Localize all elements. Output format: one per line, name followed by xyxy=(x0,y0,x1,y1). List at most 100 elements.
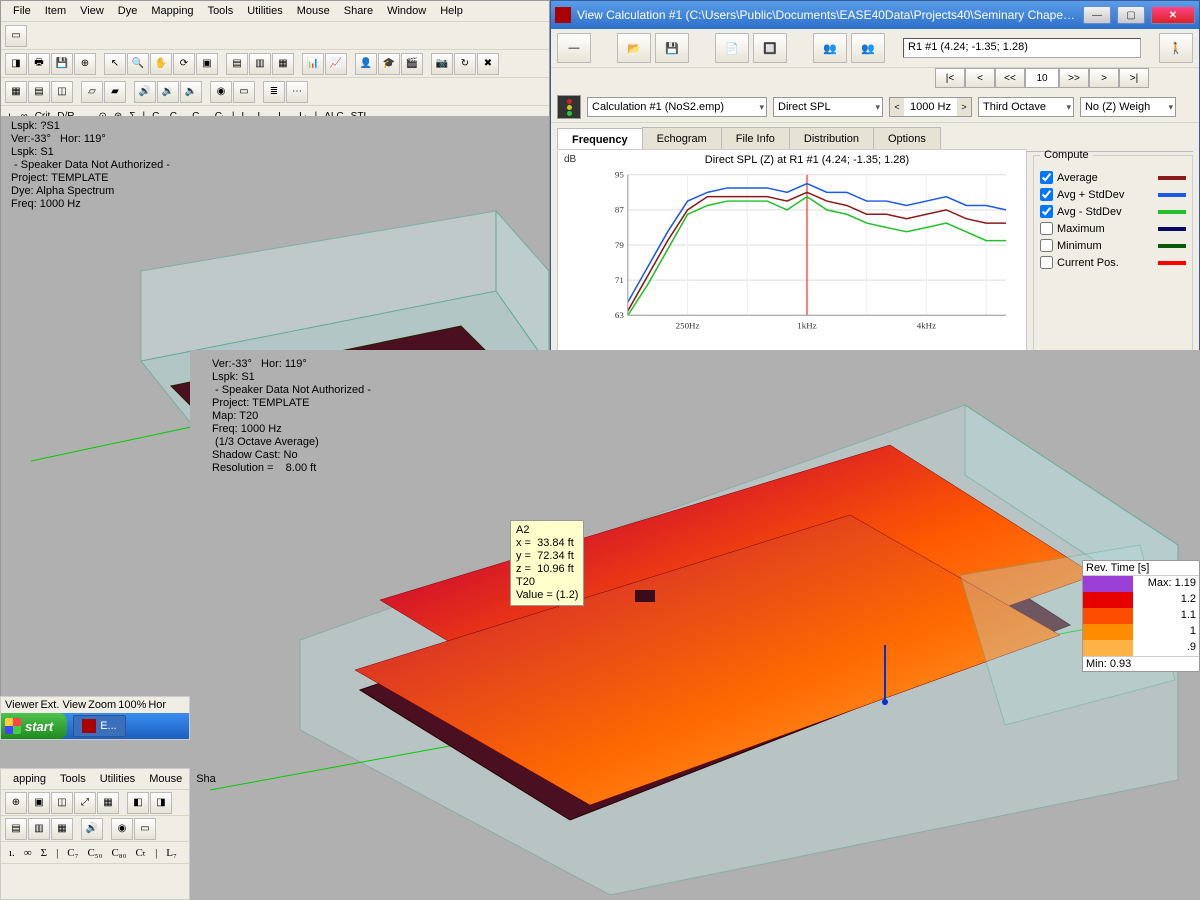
frag-tab[interactable]: Viewer xyxy=(5,699,38,711)
x-icon[interactable]: ✖ xyxy=(477,53,499,75)
frequency-chart[interactable]: Direct SPL (Z) at R1 #1 (4.24; -1.35; 1.… xyxy=(557,149,1027,353)
rotate-icon[interactable]: ⟳ xyxy=(173,53,195,75)
close-button[interactable]: ✕ xyxy=(1151,6,1195,24)
sel-icon[interactable]: ▱ xyxy=(81,81,103,103)
tool-icon[interactable]: ◨ xyxy=(150,792,172,814)
frag-tab[interactable]: Ext. View xyxy=(40,699,86,711)
weighting-select[interactable]: No (Z) Weigh xyxy=(1080,97,1176,117)
frag-tab[interactable]: Zoom xyxy=(88,699,116,711)
minimize-button[interactable]: — xyxy=(1083,6,1111,24)
tool-icon[interactable]: ▤ xyxy=(5,818,27,840)
menu-view[interactable]: View xyxy=(74,3,110,19)
tok[interactable]: ı. xyxy=(5,847,19,859)
tok[interactable]: ∞ xyxy=(20,847,36,859)
compute-checkbox[interactable] xyxy=(1040,188,1053,201)
tool-icon[interactable]: ⊕ xyxy=(5,792,27,814)
nav-next10[interactable]: > xyxy=(1089,68,1119,88)
seat-icon[interactable]: ◉ xyxy=(210,81,232,103)
traffic-light-icon[interactable] xyxy=(557,95,581,119)
build3-icon[interactable]: ▦ xyxy=(272,53,294,75)
nav-first[interactable]: |< xyxy=(935,68,965,88)
frag-tab[interactable]: Hor xyxy=(148,699,166,711)
tool-icon[interactable]: ◫ xyxy=(51,792,73,814)
mapping-viewport[interactable]: Ver:-33° Hor: 119° Lspk: S1 - Speaker Da… xyxy=(190,350,1200,900)
maximize-button[interactable]: ▢ xyxy=(1117,6,1145,24)
nav-next[interactable]: >> xyxy=(1059,68,1089,88)
tool-icon[interactable]: ▥ xyxy=(28,818,50,840)
compute-checkbox[interactable] xyxy=(1040,171,1053,184)
fit-icon[interactable]: ▣ xyxy=(196,53,218,75)
view-icon[interactable]: 🔲 xyxy=(753,33,787,63)
film-icon[interactable]: 🎬 xyxy=(401,53,423,75)
tab-distribution[interactable]: Distribution xyxy=(789,127,874,151)
tool-icon[interactable]: ▦ xyxy=(51,818,73,840)
groups-b-icon[interactable]: 👥 xyxy=(851,33,885,63)
tok-sigma[interactable]: Σ xyxy=(37,847,51,859)
walk-icon[interactable]: 🚶 xyxy=(1159,33,1193,63)
collapse-icon[interactable]: — xyxy=(557,33,591,63)
build-icon[interactable]: ▤ xyxy=(226,53,248,75)
compute-checkbox[interactable] xyxy=(1040,239,1053,252)
groups-a-icon[interactable]: 👥 xyxy=(813,33,847,63)
build2-icon[interactable]: ▥ xyxy=(249,53,271,75)
tab-fileinfo[interactable]: File Info xyxy=(721,127,790,151)
tab-options[interactable]: Options xyxy=(873,127,941,151)
tok-c7[interactable]: C₇ xyxy=(63,847,82,859)
frequency-spinner[interactable]: < 1000 Hz > xyxy=(889,97,972,117)
save-icon[interactable]: 💾 xyxy=(51,53,73,75)
layers-icon[interactable]: ≣ xyxy=(263,81,285,103)
menu-dye[interactable]: Dye xyxy=(112,3,144,19)
tab-echogram[interactable]: Echogram xyxy=(642,127,722,151)
tok-ct[interactable]: Cₜ xyxy=(131,846,150,859)
menu-mouse[interactable]: Mouse xyxy=(291,3,336,19)
sp3-icon[interactable]: 🔈 xyxy=(180,81,202,103)
measure-select[interactable]: Direct SPL xyxy=(773,97,883,117)
seat-icon[interactable]: ◉ xyxy=(111,818,133,840)
nav-last[interactable]: >| xyxy=(1119,68,1149,88)
calculation-select[interactable]: Calculation #1 (NoS2.emp) xyxy=(587,97,767,117)
compute-checkbox[interactable] xyxy=(1040,205,1053,218)
tool-icon[interactable]: ◨ xyxy=(5,53,27,75)
sp1-icon[interactable]: 🔊 xyxy=(134,81,156,103)
print-icon[interactable]: 🖶 xyxy=(28,53,50,75)
save-disk-icon[interactable]: 💾 xyxy=(655,33,689,63)
calc-icon[interactable]: 📊 xyxy=(302,53,324,75)
start-button[interactable]: start xyxy=(1,713,67,739)
calc2-icon[interactable]: 📈 xyxy=(325,53,347,75)
compute-checkbox[interactable] xyxy=(1040,222,1053,235)
menu-tools[interactable]: Tools xyxy=(54,771,92,787)
menu-share-cut[interactable]: Sha xyxy=(190,771,222,787)
cap-icon[interactable]: 🎓 xyxy=(378,53,400,75)
speaker-icon[interactable]: 🔊 xyxy=(81,818,103,840)
document-icon[interactable]: 📄 xyxy=(715,33,749,63)
tool-icon[interactable]: ◧ xyxy=(127,792,149,814)
refresh-icon[interactable]: ↻ xyxy=(454,53,476,75)
menu-share[interactable]: Share xyxy=(338,3,379,19)
zoom-icon[interactable]: 🔍 xyxy=(127,53,149,75)
sel2-icon[interactable]: ▰ xyxy=(104,81,126,103)
menu-window[interactable]: Window xyxy=(381,3,432,19)
calc-titlebar[interactable]: View Calculation #1 (C:\Users\Public\Doc… xyxy=(551,1,1199,29)
camera-icon[interactable]: 📷 xyxy=(431,53,453,75)
tok-c80[interactable]: C₈₀ xyxy=(107,847,130,859)
nav-index-input[interactable] xyxy=(1025,68,1059,88)
menu-item[interactable]: Item xyxy=(39,3,72,19)
menu-mapping[interactable]: Mapping xyxy=(145,3,199,19)
sp2-icon[interactable]: 🔉 xyxy=(157,81,179,103)
tok-c50[interactable]: C₅₀ xyxy=(83,847,106,859)
grid2-icon[interactable]: ▤ xyxy=(28,81,50,103)
nav-prev10[interactable]: < xyxy=(965,68,995,88)
tool-icon[interactable]: ⤢ xyxy=(74,792,96,814)
frag-tab[interactable]: 100% xyxy=(118,699,146,711)
surf-icon[interactable]: ▭ xyxy=(134,818,156,840)
target-icon[interactable]: ⊕ xyxy=(74,53,96,75)
menu-utilities[interactable]: Utilities xyxy=(241,3,288,19)
surf-icon[interactable]: ▭ xyxy=(233,81,255,103)
more-icon[interactable]: ⋯ xyxy=(286,81,308,103)
tok-l7[interactable]: L₇ xyxy=(162,847,181,859)
compute-checkbox[interactable] xyxy=(1040,256,1053,269)
menu-file[interactable]: File xyxy=(7,3,37,19)
open-folder-icon[interactable]: 📂 xyxy=(617,33,651,63)
hand-icon[interactable]: ✋ xyxy=(150,53,172,75)
menu-utilities[interactable]: Utilities xyxy=(94,771,141,787)
